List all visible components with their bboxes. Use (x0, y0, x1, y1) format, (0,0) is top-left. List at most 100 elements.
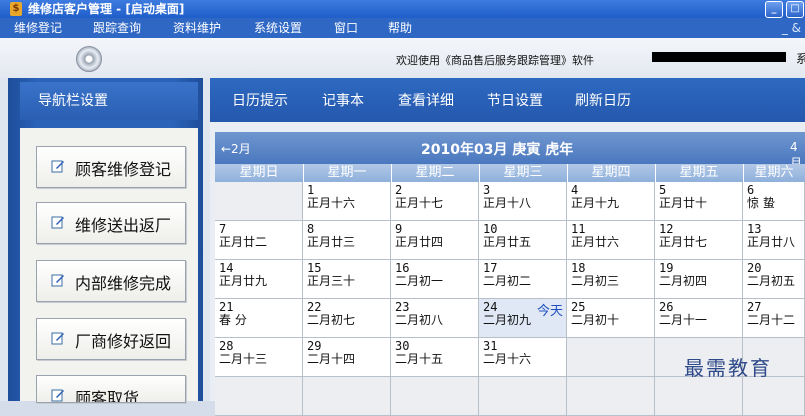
lunar-date: 正月廿二 (219, 235, 268, 249)
calendar-day[interactable]: 8 正月廿三 (303, 221, 391, 260)
calendar-header: ←2月 2010年03月 庚寅 虎年 4月 (215, 132, 805, 170)
calendar-day[interactable]: 22 二月初七 (303, 299, 391, 338)
lunar-date: 正月十八 (483, 196, 532, 210)
calendar-day-today[interactable]: 24 二月初九 今天 (479, 299, 567, 338)
calendar-day[interactable]: 31 二月十六 (479, 338, 567, 377)
calendar-day[interactable]: 6惊 蛰 (743, 182, 805, 221)
tab-calendar-reminder[interactable]: 日历提示 (232, 90, 288, 110)
calendar-day[interactable]: 12 正月廿七 (655, 221, 743, 260)
edit-icon (51, 160, 64, 173)
calendar-day[interactable]: 26 二月十一 (655, 299, 743, 338)
nav-button-internal-repair-done[interactable]: 内部维修完成 (36, 260, 186, 302)
menu-genzong-chaxun[interactable]: 跟踪查询 (93, 18, 141, 38)
calendar-day[interactable]: 23 二月初八 (391, 299, 479, 338)
maximize-button[interactable]: □ (786, 1, 804, 18)
today-label: 今天 (536, 304, 563, 319)
calendar-empty-cell (743, 377, 805, 416)
weekday-label: 星期三 (479, 164, 568, 182)
lunar-date: 正月廿五 (483, 235, 532, 249)
lunar-date: 正月十六 (307, 196, 356, 210)
tab-refresh-calendar[interactable]: 刷新日历 (575, 90, 631, 110)
tab-notepad[interactable]: 记事本 (322, 90, 364, 110)
lunar-date: 正月三十 (307, 274, 356, 288)
calendar-day[interactable]: 30 二月十五 (391, 338, 479, 377)
nav-header[interactable]: 导航栏设置 (20, 82, 198, 120)
nav-button-label: 顾客取货 (75, 389, 140, 403)
nav-button-label: 厂商修好返回 (75, 332, 172, 351)
calendar-day[interactable]: 29 二月十四 (303, 338, 391, 377)
calendar-day[interactable]: 20 二月初五 (743, 260, 805, 299)
edit-icon (51, 216, 64, 229)
lunar-date: 二月初五 (747, 274, 796, 288)
calendar-day[interactable]: 2 正月十七 (391, 182, 479, 221)
calendar-day[interactable]: 11 正月廿六 (567, 221, 655, 260)
lunar-date: 二月初三 (571, 274, 620, 288)
calendar-day[interactable]: 17 二月初二 (479, 260, 567, 299)
calendar-day[interactable]: 25 二月初十 (567, 299, 655, 338)
calendar-day[interactable]: 18 二月初三 (567, 260, 655, 299)
nav-button-send-to-factory[interactable]: 维修送出返厂 (36, 202, 186, 244)
lunar-date: 正月十七 (395, 196, 444, 210)
calendar-empty-cell (215, 182, 303, 221)
edit-icon (51, 389, 64, 402)
calendar-day[interactable]: 5 正月廿十 (655, 182, 743, 221)
lunar-date: 二月十六 (483, 352, 532, 366)
calendar-day[interactable]: 28 二月十三 (215, 338, 303, 377)
menu-xitong-shezhi[interactable]: 系统设置 (254, 18, 302, 38)
tab-holiday-settings[interactable]: 节日设置 (487, 90, 543, 110)
calendar-day[interactable]: 15 正月三十 (303, 260, 391, 299)
edit-icon (51, 274, 64, 287)
nav-button-customer-pickup[interactable]: 顾客取货 (36, 375, 186, 403)
lunar-date: 二月初四 (659, 274, 708, 288)
calendar-day[interactable]: 16 二月初一 (391, 260, 479, 299)
nav-button-label: 内部维修完成 (75, 274, 172, 293)
tab-bar: 日历提示 记事本 查看详细 节日设置 刷新日历 (210, 78, 805, 122)
calendar-empty-cell (303, 377, 391, 416)
lunar-date: 正月廿十 (659, 196, 708, 210)
watermark-text: 最需教育 (684, 356, 772, 380)
weekday-label: 星期二 (391, 164, 480, 182)
lunar-date: 二月十四 (307, 352, 356, 366)
calendar-day[interactable]: 10 正月廿五 (479, 221, 567, 260)
window-title: 维修店客户管理 - [启动桌面] (28, 2, 185, 16)
lunar-date: 二月初一 (395, 274, 444, 288)
lunar-date: 二月初二 (483, 274, 532, 288)
calendar-day[interactable]: 1 正月十六 (303, 182, 391, 221)
lunar-date: 二月十二 (747, 313, 796, 327)
nav-button-customer-repair-register[interactable]: 顾客维修登记 (36, 146, 186, 188)
calendar-empty-cell (215, 377, 303, 416)
lunar-date: 二月初八 (395, 313, 444, 327)
nav-button-label: 维修送出返厂 (75, 216, 172, 235)
calendar-day[interactable]: 9 正月廿四 (391, 221, 479, 260)
lunar-date: 正月廿七 (659, 235, 708, 249)
mdi-window-controls[interactable]: _ & (782, 18, 801, 38)
nav-button-factory-returned[interactable]: 厂商修好返回 (36, 318, 186, 360)
calendar-day[interactable]: 14 正月廿九 (215, 260, 303, 299)
lunar-date: 正月十九 (571, 196, 620, 210)
prev-month-button[interactable]: ←2月 (221, 140, 251, 157)
calendar-day[interactable]: 3 正月十八 (479, 182, 567, 221)
tab-view-details[interactable]: 查看详细 (398, 90, 454, 110)
lunar-date: 正月廿九 (219, 274, 268, 288)
calendar-day[interactable]: 19 二月初四 (655, 260, 743, 299)
weekday-label: 星期六 (754, 165, 794, 180)
nav-header-label: 导航栏设置 (38, 93, 108, 109)
calendar-day[interactable]: 21 春 分 (215, 299, 303, 338)
weekday-label: 星期一 (303, 164, 392, 182)
menu-weixiu-dengji[interactable]: 维修登记 (14, 18, 62, 38)
lunar-date: 二月初九 (483, 313, 532, 327)
disc-icon[interactable] (76, 46, 102, 72)
calendar-day[interactable]: 13 正月廿八 (743, 221, 805, 260)
calendar-day[interactable]: 27 二月十二 (743, 299, 805, 338)
calendar-day[interactable]: 4 正月十九 (567, 182, 655, 221)
lunar-date: 二月十三 (219, 352, 268, 366)
menu-bar: 维修登记 跟踪查询 资料维护 系统设置 窗口 帮助 _ & (0, 18, 805, 38)
minimize-button[interactable]: _ (765, 1, 783, 18)
menu-ziliao-weihu[interactable]: 资料维护 (173, 18, 221, 38)
edit-icon (51, 332, 64, 345)
menu-bangzhu[interactable]: 帮助 (388, 18, 412, 38)
weekday-header: 星期日 星期一 星期二 星期三 星期四 星期五 星期六 (215, 164, 805, 182)
calendar-empty-cell (567, 377, 655, 416)
calendar-day[interactable]: 7 正月廿二 (215, 221, 303, 260)
menu-chuangkou[interactable]: 窗口 (334, 18, 358, 38)
